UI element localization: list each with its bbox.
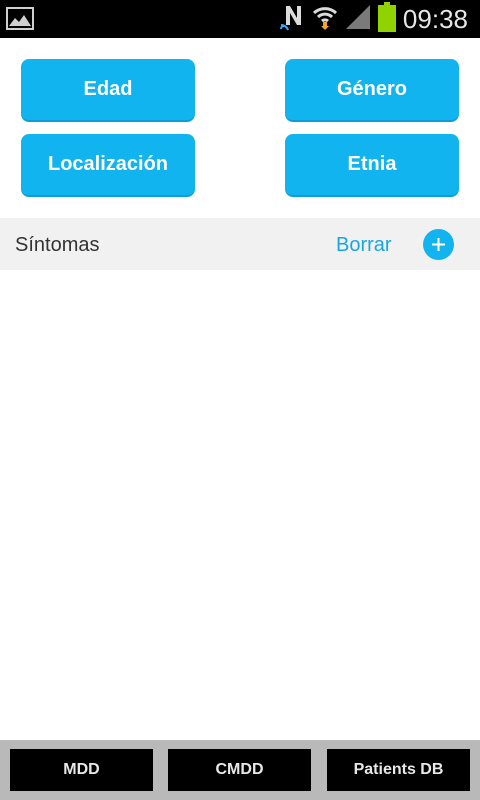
status-time: 09:38: [402, 3, 468, 34]
status-bar: 09:38: [0, 0, 480, 38]
nav-mdd-button[interactable]: MDD: [10, 749, 153, 791]
nav-cmdd-button[interactable]: CMDD: [168, 749, 311, 791]
nfc-icon: [279, 3, 306, 36]
symptoms-header: Síntomas Borrar: [0, 218, 480, 270]
age-button[interactable]: Edad: [21, 59, 195, 122]
location-button[interactable]: Localización: [21, 134, 195, 197]
symptoms-list: [0, 270, 480, 740]
plus-icon: [432, 238, 445, 251]
nav-patients-db-button[interactable]: Patients DB: [327, 749, 470, 791]
status-icons: 09:38: [279, 0, 480, 38]
signal-icon: [344, 3, 372, 36]
gallery-icon: [6, 7, 34, 30]
bottom-nav: MDD CMDD Patients DB: [0, 740, 480, 800]
add-symptom-button[interactable]: [423, 229, 454, 260]
clear-button[interactable]: Borrar: [336, 218, 392, 272]
battery-icon: [377, 1, 396, 37]
gender-button[interactable]: Género: [285, 59, 459, 122]
symptoms-title: Síntomas: [15, 234, 100, 256]
filter-buttons: Edad Género Localización Etnia: [0, 38, 480, 218]
wifi-icon: [312, 3, 338, 36]
ethnicity-button[interactable]: Etnia: [285, 134, 459, 197]
